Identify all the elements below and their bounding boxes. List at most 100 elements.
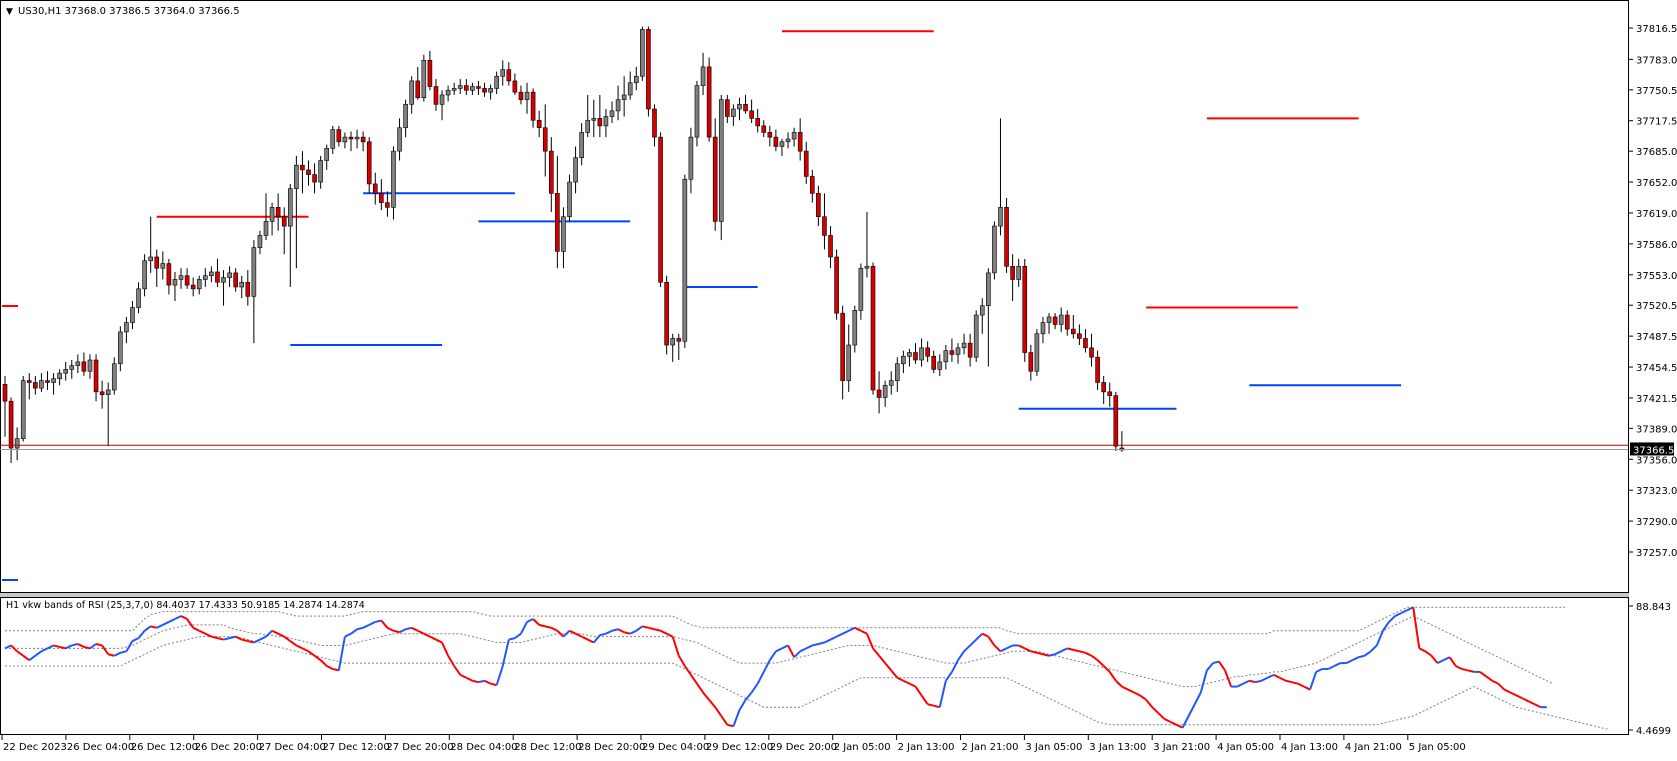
bull-candle-body (979, 305, 985, 316)
price-tick-label: 37553.0 (1636, 271, 1677, 282)
bull-candle-body (457, 85, 463, 89)
bull-candle-body (973, 314, 979, 358)
bear-candle-body (755, 118, 760, 127)
rsi-segment-down (727, 723, 734, 728)
bull-candle-body (901, 355, 906, 365)
bull-candle-body (943, 350, 949, 363)
rsi-segment-up (611, 628, 619, 632)
main-chart-pane[interactable] (0, 0, 1629, 593)
rsi-segment-down (150, 625, 157, 629)
indicator-tick-label: 4.4699 (1636, 726, 1671, 737)
candle (1034, 329, 1040, 376)
bear-candle-body (913, 352, 918, 361)
bear-candle-body (464, 85, 469, 91)
bull-candle-body (136, 288, 141, 308)
bull-candle-body (111, 363, 117, 391)
bear-candle-body (1004, 207, 1009, 267)
bear-candle-body (810, 176, 815, 194)
bull-candle-body (937, 361, 943, 370)
bear-candle-body (706, 66, 712, 138)
bear-candle-body (1077, 333, 1082, 339)
main-header-arrow[interactable]: ▼ (6, 7, 13, 17)
bull-candle-body (51, 378, 56, 383)
bull-candle-body (451, 88, 457, 91)
bear-candle-body (366, 141, 372, 185)
bear-candle-body (372, 183, 378, 194)
candle (1022, 258, 1028, 362)
bull-candle-body (178, 275, 184, 280)
bear-candle-body (348, 136, 354, 140)
bull-candle-body (955, 347, 961, 355)
candle (1113, 391, 1119, 451)
time-tick-label: 4 Jan 21:00 (1345, 742, 1402, 753)
time-tick-label: 4 Jan 05:00 (1217, 742, 1274, 753)
price-tick-label: 37717.5 (1636, 117, 1677, 128)
bear-candle-body (26, 380, 32, 383)
time-tick-label: 4 Jan 13:00 (1281, 742, 1338, 753)
rsi-segment-down (1067, 647, 1074, 651)
bull-candle-body (633, 75, 639, 84)
price-tick-label: 37421.5 (1636, 394, 1677, 405)
bear-candle-body (803, 150, 809, 177)
time-tick-label: 26 Dec 20:00 (195, 742, 262, 753)
bear-candle-body (518, 91, 524, 100)
bear-candle-body (542, 127, 548, 152)
price-tick-label: 37685.0 (1636, 147, 1677, 158)
bear-candle-body (93, 359, 99, 393)
bull-candle-body (986, 272, 991, 306)
rsi-segment-up (1255, 679, 1262, 684)
bear-candle-body (870, 266, 876, 391)
rsi-segment-up (818, 641, 825, 645)
candle (658, 132, 663, 287)
main-header-label: US30,H1 37368.0 37386.5 37364.0 37366.5 (18, 6, 240, 17)
rsi-segment-down (654, 628, 661, 632)
bear-candle-body (300, 164, 305, 171)
bear-candle-body (1052, 316, 1058, 325)
bull-candle-body (142, 260, 147, 290)
pane-separator[interactable] (0, 593, 1629, 597)
time-tick-label: 3 Jan 05:00 (1025, 742, 1082, 753)
rsi-segment-down (95, 643, 103, 647)
bear-candle-body (1064, 314, 1070, 330)
time-tick-label: 3 Jan 21:00 (1153, 742, 1210, 753)
bear-candle-body (184, 275, 190, 286)
chart-canvas[interactable]: 37816.5 37783.0 37750.5 37717.5 37685.0 37652… (0, 0, 1677, 757)
bear-candle-body (822, 216, 827, 236)
bull-candle-body (579, 132, 584, 159)
rsi-segment-down (1285, 679, 1293, 684)
bull-candle-body (494, 75, 499, 89)
bear-candle-body (840, 312, 845, 381)
bear-candle-body (1083, 338, 1088, 349)
rsi-segment-down (642, 625, 649, 629)
time-tick-label: 28 Dec 20:00 (578, 742, 645, 753)
bull-candle-body (718, 99, 724, 222)
rsi-segment-up (1212, 660, 1220, 665)
bear-candle-body (336, 129, 342, 143)
bear-candle-body (816, 193, 821, 218)
rsi-segment-down (1036, 651, 1044, 656)
bear-candle-body (828, 235, 833, 258)
bull-candle-body (779, 141, 785, 147)
bull-candle-body (221, 277, 226, 283)
bull-candle-body (894, 363, 900, 381)
bull-candle-body (397, 127, 402, 152)
bear-candle-body (166, 263, 172, 286)
bear-candle-body (512, 80, 518, 93)
price-tick-label: 37816.5 (1636, 24, 1677, 35)
bull-candle-body (858, 267, 864, 311)
bull-candle-body (160, 263, 166, 269)
rsi-segment-down (211, 635, 218, 640)
bull-candle-body (87, 359, 93, 372)
bear-candle-body (33, 382, 38, 389)
rsi-segment-up (356, 626, 364, 631)
bull-candle-body (330, 129, 336, 149)
time-tick-label: 2 Jan 13:00 (898, 742, 955, 753)
bull-candle-body (439, 94, 445, 105)
time-tick-label: 27 Dec 04:00 (259, 742, 326, 753)
bull-candle-body (682, 178, 688, 342)
indicator-pane[interactable] (0, 597, 1629, 735)
bear-candle-body (646, 29, 651, 110)
bull-candle-body (118, 331, 123, 365)
bull-candle-body (737, 104, 742, 110)
price-tick-label: 37619.0 (1636, 209, 1677, 220)
